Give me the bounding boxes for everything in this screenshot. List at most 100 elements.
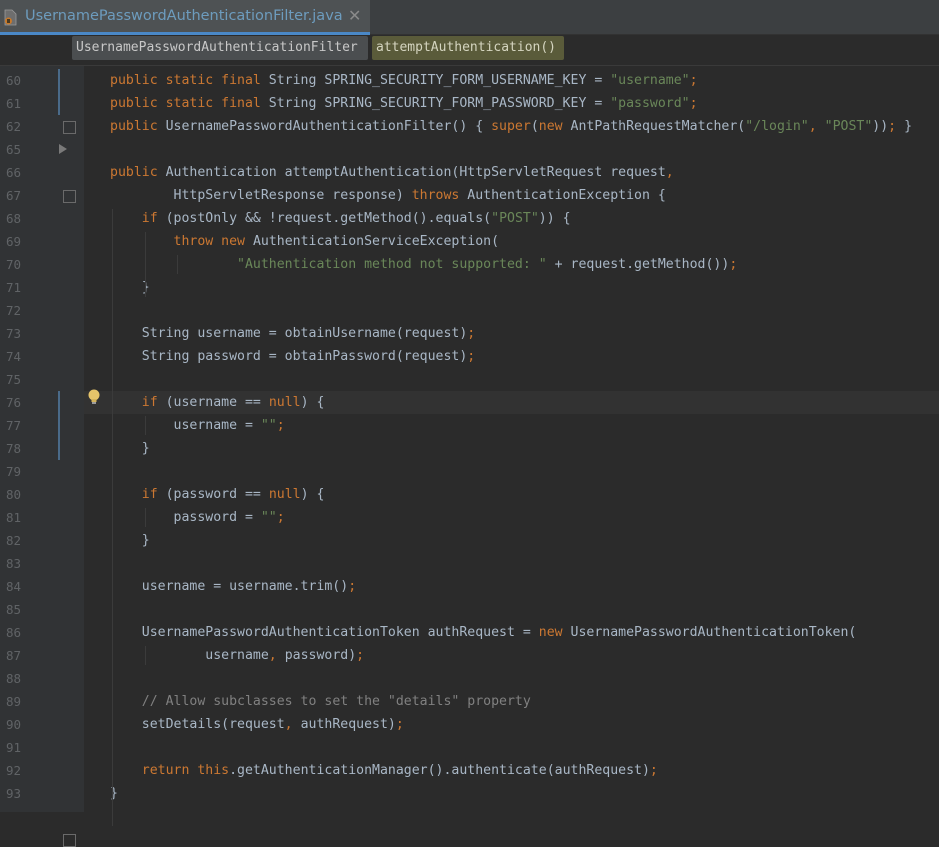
code-line[interactable]: // Allow subclasses to set the "details"… xyxy=(110,690,531,713)
code-token: setDetails(request xyxy=(110,717,285,732)
code-line[interactable]: if (password == null) { xyxy=(110,483,325,506)
code-line[interactable]: setDetails(request, authRequest); xyxy=(110,713,404,736)
folded-region-icon[interactable] xyxy=(59,144,67,154)
code-line[interactable]: public UsernamePasswordAuthenticationFil… xyxy=(110,115,912,138)
code-token: String SPRING_SECURITY_FORM_USERNAME_KEY… xyxy=(260,73,611,88)
fold-collapse-icon[interactable] xyxy=(63,834,76,847)
line-number: 85 xyxy=(5,602,21,617)
file-tab[interactable]: UsernamePasswordAuthenticationFilter.jav… xyxy=(0,0,370,35)
code-token: throw new xyxy=(173,234,245,249)
code-token: null xyxy=(268,487,301,502)
code-token: public static final xyxy=(110,73,261,88)
line-number: 87 xyxy=(5,648,21,663)
line-number: 88 xyxy=(5,671,21,686)
code-token: UsernamePasswordAuthenticationFilter() { xyxy=(157,119,492,134)
line-number: 90 xyxy=(5,717,21,732)
code-token: return this xyxy=(141,763,230,778)
lightbulb-icon[interactable] xyxy=(87,388,101,406)
code-token: ; xyxy=(467,349,476,364)
code-token: ; xyxy=(467,326,476,341)
code-line[interactable]: if (username == null) { xyxy=(110,391,325,414)
code-token: password = xyxy=(110,510,261,525)
line-number: 77 xyxy=(5,418,21,433)
line-number: 89 xyxy=(5,694,21,709)
code-line[interactable]: username, password); xyxy=(110,644,364,667)
code-token: username = username.trim() xyxy=(110,579,349,594)
code-token: public xyxy=(110,165,158,180)
code-token: ; xyxy=(689,96,698,111)
code-token: authRequest) xyxy=(300,717,396,732)
code-token: "/login" xyxy=(745,119,809,134)
vcs-change-marker[interactable] xyxy=(58,391,60,460)
code-token: (username == xyxy=(157,395,269,410)
code-token: ( xyxy=(530,119,539,134)
code-editor[interactable]: 60 public static final String SPRING_SECU… xyxy=(0,66,939,847)
code-line[interactable]: throw new AuthenticationServiceException… xyxy=(110,230,500,253)
breadcrumb-method[interactable]: attemptAuthentication() xyxy=(372,36,564,60)
code-token: if xyxy=(141,211,158,226)
code-line[interactable]: } xyxy=(110,437,150,460)
line-number: 74 xyxy=(5,349,21,364)
code-line[interactable]: public static final String SPRING_SECURI… xyxy=(110,92,698,115)
line-number: 67 xyxy=(5,188,21,203)
code-token: String SPRING_SECURITY_FORM_PASSWORD_KEY… xyxy=(260,96,611,111)
code-token: String password = obtainPassword(request… xyxy=(110,349,468,364)
line-number: 69 xyxy=(5,234,21,249)
line-number: 71 xyxy=(5,280,21,295)
code-line[interactable]: } xyxy=(110,276,150,299)
code-token: ; xyxy=(356,648,365,663)
code-token: "username" xyxy=(610,73,690,88)
fold-collapse-icon[interactable] xyxy=(63,190,76,203)
code-token: password) xyxy=(284,648,357,663)
code-token: if xyxy=(141,395,158,410)
code-token: "POST" xyxy=(824,119,873,134)
code-line[interactable]: username = ""; xyxy=(110,414,285,437)
breadcrumb-class[interactable]: UsernamePasswordAuthenticationFilter xyxy=(72,36,368,60)
code-line[interactable]: if (postOnly && !request.getMethod().equ… xyxy=(110,207,571,230)
line-number: 80 xyxy=(5,487,21,502)
line-number: 65 xyxy=(5,142,21,157)
code-token: ) { xyxy=(300,395,325,410)
code-token: ) { xyxy=(300,487,325,502)
code-token: username = xyxy=(110,418,261,433)
indent-guide xyxy=(177,255,178,274)
code-token: AuthenticationException { xyxy=(459,188,666,203)
fold-expand-icon[interactable] xyxy=(63,121,76,134)
close-icon[interactable]: ✕ xyxy=(348,6,361,25)
code-line[interactable]: UsernamePasswordAuthenticationToken auth… xyxy=(110,621,857,644)
code-line[interactable]: password = ""; xyxy=(110,506,285,529)
code-token: public static final xyxy=(110,96,261,111)
line-number: 62 xyxy=(5,119,21,134)
code-token: ; xyxy=(689,73,698,88)
code-line[interactable]: public Authentication attemptAuthenticat… xyxy=(110,161,674,184)
code-token: } xyxy=(110,533,150,548)
code-line[interactable]: HttpServletResponse response) throws Aut… xyxy=(110,184,666,207)
code-line[interactable]: String username = obtainUsername(request… xyxy=(110,322,475,345)
indent-guide xyxy=(145,416,146,435)
code-line[interactable]: "Authentication method not supported: " … xyxy=(110,253,737,276)
code-token: super xyxy=(491,119,531,134)
code-token: , xyxy=(268,648,285,663)
vcs-change-marker[interactable] xyxy=(58,69,60,115)
code-token: (postOnly && !request.getMethod().equals… xyxy=(157,211,492,226)
line-number: 92 xyxy=(5,763,21,778)
line-number: 79 xyxy=(5,464,21,479)
code-token: ; xyxy=(348,579,357,594)
code-line[interactable]: public static final String SPRING_SECURI… xyxy=(110,69,698,92)
line-number: 66 xyxy=(5,165,21,180)
code-token: UsernamePasswordAuthenticationToken auth… xyxy=(110,625,539,640)
code-line[interactable]: return this.getAuthenticationManager().a… xyxy=(110,759,658,782)
code-token: // Allow subclasses to set the "details"… xyxy=(141,694,531,709)
code-token: ; xyxy=(888,119,897,134)
code-token: .getAuthenticationManager().authenticate… xyxy=(229,763,650,778)
code-token: throws xyxy=(411,188,460,203)
code-token: username xyxy=(110,648,269,663)
line-number: 81 xyxy=(5,510,21,525)
code-line[interactable]: String password = obtainPassword(request… xyxy=(110,345,475,368)
code-line[interactable]: } xyxy=(110,529,150,552)
code-line[interactable]: username = username.trim(); xyxy=(110,575,356,598)
